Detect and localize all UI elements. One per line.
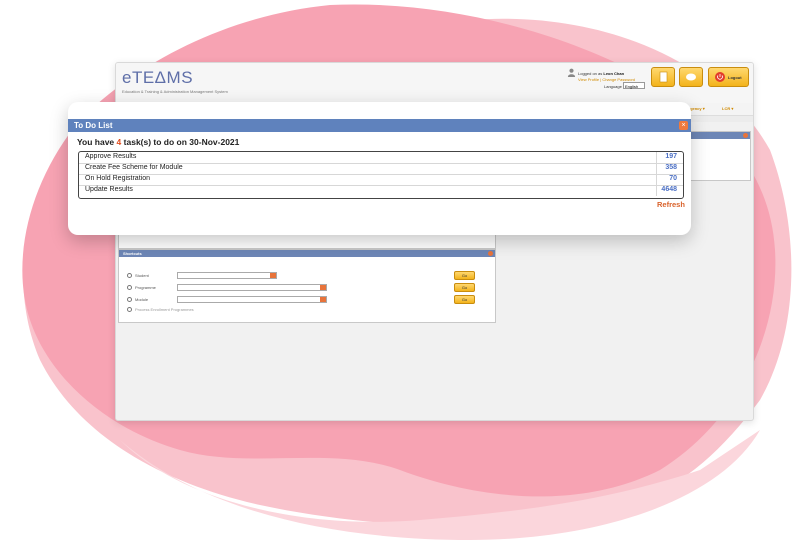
divider: [656, 174, 657, 185]
shortcut-programme[interactable]: Programme: [127, 285, 156, 291]
module-select[interactable]: [177, 296, 327, 303]
divider: [656, 185, 657, 196]
chat-icon: [686, 73, 696, 81]
logout-button[interactable]: Logout: [708, 67, 749, 87]
app-header: eTEΔMS Education & Training & Administra…: [116, 63, 753, 103]
shortcut-label: Module: [135, 297, 149, 302]
logout-label: Logout: [728, 75, 742, 80]
radio-button[interactable]: [127, 273, 132, 279]
summary-prefix: You have: [77, 137, 115, 147]
logged-in-prefix: Logged on as: [578, 71, 603, 76]
task-count-link[interactable]: 358: [665, 164, 677, 171]
todo-summary: You have 4 task(s) to do on 30-Nov-2021: [77, 137, 239, 147]
task-count: 4: [116, 137, 122, 147]
task-count-link[interactable]: 4648: [661, 186, 677, 193]
chat-button[interactable]: [679, 67, 703, 87]
go-button[interactable]: Go: [454, 295, 475, 304]
document-button[interactable]: [651, 67, 675, 87]
document-icon: [659, 71, 668, 83]
task-name: Update Results: [85, 186, 133, 193]
summary-suffix: task(s) to do on 30-Nov-2021: [123, 137, 240, 147]
refresh-link[interactable]: Refresh: [657, 200, 685, 209]
dropdown-icon: [270, 273, 276, 278]
radio-button[interactable]: [127, 285, 132, 291]
divider: [656, 152, 657, 163]
task-name: Approve Results: [85, 153, 137, 160]
todo-title: To Do List: [74, 121, 113, 130]
app-tagline: Education & Training & Administration Ma…: [122, 89, 228, 94]
shortcut-label: Programme: [135, 285, 156, 290]
go-button[interactable]: Go: [454, 283, 475, 292]
user-icon: [567, 68, 576, 77]
shortcuts-panel: Shortcuts Student Go Programme Go Module…: [118, 249, 496, 323]
menu-lcr[interactable]: LCR ▾: [722, 106, 733, 111]
task-list: Approve Results 197 Create Fee Scheme fo…: [78, 151, 684, 199]
shortcut-label: Student: [135, 273, 149, 278]
close-icon[interactable]: [743, 133, 748, 138]
power-icon: [715, 72, 725, 82]
app-logo[interactable]: eTEΔMS: [122, 68, 193, 88]
programme-select[interactable]: [177, 284, 327, 291]
dropdown-icon: [320, 297, 326, 302]
shortcuts-title: Shortcuts: [123, 251, 142, 256]
dropdown-icon: [320, 285, 326, 290]
shortcuts-titlebar: Shortcuts: [119, 250, 495, 257]
task-count-link[interactable]: 197: [665, 153, 677, 160]
task-count-link[interactable]: 70: [669, 175, 677, 182]
close-icon[interactable]: ×: [679, 121, 688, 130]
todo-titlebar: To Do List ×: [68, 119, 691, 132]
task-row[interactable]: Update Results 4648: [79, 185, 683, 196]
divider: [656, 163, 657, 174]
radio-button[interactable]: [127, 297, 132, 303]
student-select[interactable]: [177, 272, 277, 279]
shortcut-label: Process Enrollment Programmes: [135, 307, 194, 312]
task-name: Create Fee Scheme for Module: [85, 164, 183, 171]
go-button[interactable]: Go: [454, 271, 475, 280]
shortcut-process-enrollment[interactable]: Process Enrollment Programmes: [127, 307, 194, 313]
language-label: Language: [604, 84, 622, 89]
user-name: Leon Chan: [603, 71, 625, 76]
radio-button[interactable]: [127, 307, 132, 313]
todo-modal: To Do List × You have 4 task(s) to do on…: [68, 102, 691, 235]
logged-in-status: Logged on as Leon Chan: [578, 71, 624, 76]
task-name: On Hold Registration: [85, 175, 150, 182]
shortcut-module[interactable]: Module: [127, 297, 149, 303]
close-icon[interactable]: [488, 251, 493, 256]
language-select[interactable]: English: [623, 82, 645, 89]
shortcut-student[interactable]: Student: [127, 273, 149, 279]
view-profile-link[interactable]: View Profile: [578, 77, 599, 82]
